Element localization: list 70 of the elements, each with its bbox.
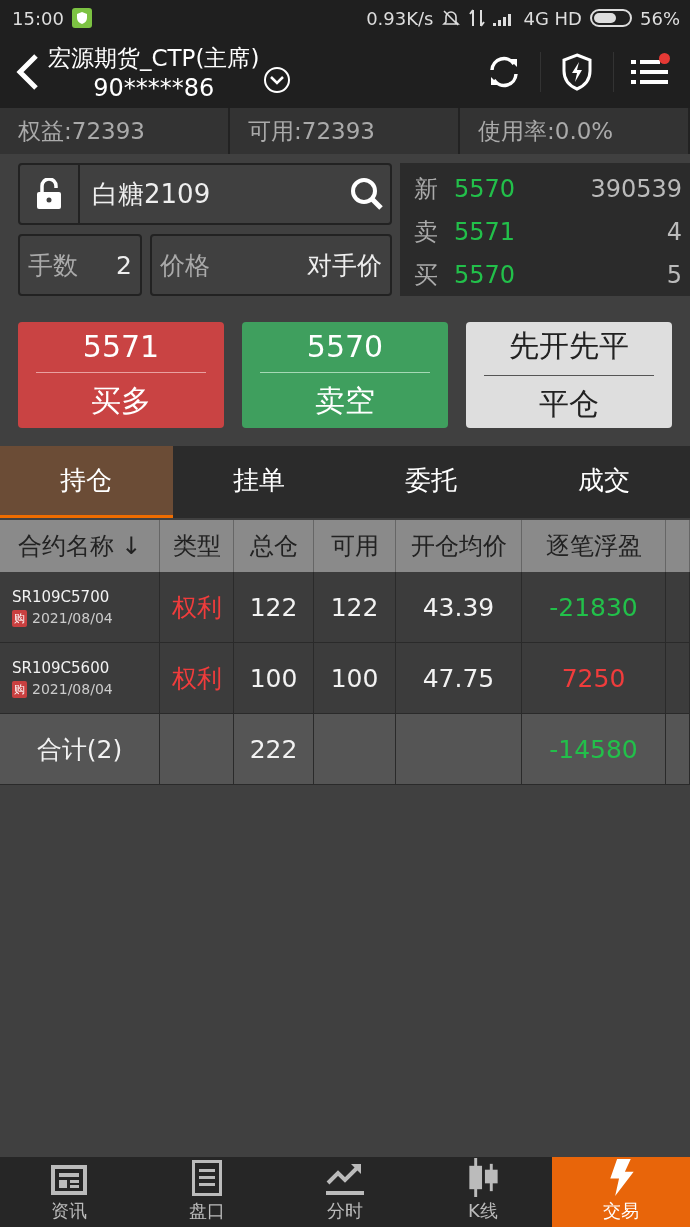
open-date: 2021/08/04 bbox=[32, 610, 113, 626]
search-icon[interactable] bbox=[350, 177, 384, 211]
account-summary: 权益:72393 bbox=[18, 116, 145, 146]
table-cell: 43.39 bbox=[396, 572, 522, 643]
table-cell: 100 bbox=[234, 643, 314, 714]
column-header[interactable]: 开仓均价 bbox=[396, 520, 522, 572]
account-summary: 使用率:0.0% bbox=[478, 116, 614, 146]
table-cell: 权利 bbox=[160, 643, 234, 714]
nav-tab[interactable]: 分时 bbox=[276, 1157, 414, 1227]
table-cell: 222 bbox=[234, 714, 314, 785]
unlocked-padlock-icon[interactable] bbox=[36, 178, 62, 210]
battery-percent: 56% bbox=[640, 7, 680, 29]
back-icon[interactable] bbox=[14, 53, 40, 91]
table-cell: -14580 bbox=[522, 714, 666, 785]
data-arrows-icon bbox=[469, 8, 486, 28]
dropdown-icon[interactable] bbox=[263, 66, 292, 94]
account-number: 90*****86 bbox=[93, 73, 215, 102]
buy-tag: 购 bbox=[12, 680, 27, 698]
clock: 15:00 bbox=[12, 7, 64, 29]
contract-field[interactable]: 白糖2109 bbox=[18, 163, 392, 225]
tab[interactable]: 成交 bbox=[517, 446, 690, 518]
menu-icon[interactable] bbox=[631, 57, 669, 87]
lots-field[interactable]: 手数 2 bbox=[18, 234, 142, 296]
nav-tab[interactable]: 资讯 bbox=[0, 1157, 138, 1227]
price-field[interactable]: 价格 对手价 bbox=[150, 234, 392, 296]
account-summary: 可用:72393 bbox=[248, 116, 375, 146]
quote-price: 5570 bbox=[454, 174, 517, 203]
tab[interactable]: 委托 bbox=[345, 446, 518, 518]
table-cell: 122 bbox=[234, 572, 314, 643]
buy-tag: 购 bbox=[12, 609, 27, 627]
network-speed: 0.93K/s bbox=[366, 7, 434, 29]
table-cell: 权利 bbox=[160, 572, 234, 643]
column-header[interactable]: 总仓 bbox=[234, 520, 314, 572]
contract-code: SR109C5700 bbox=[12, 587, 110, 606]
column-header[interactable]: 可用 bbox=[314, 520, 396, 572]
quote-price: 5570 bbox=[454, 260, 517, 289]
shield-icon bbox=[71, 8, 92, 28]
battery-icon bbox=[590, 9, 632, 27]
tab[interactable]: 挂单 bbox=[172, 446, 345, 518]
newspaper-icon bbox=[49, 1163, 89, 1197]
table-cell: 100 bbox=[314, 643, 396, 714]
network-type: 4G HD bbox=[523, 7, 582, 29]
shield-bolt-icon[interactable] bbox=[561, 53, 593, 91]
buy-button[interactable]: 5571 买多 bbox=[18, 322, 224, 428]
quote-label: 卖 bbox=[414, 216, 439, 248]
table-cell: 122 bbox=[314, 572, 396, 643]
column-header[interactable]: 合约名称 ↓ bbox=[0, 520, 160, 572]
open-date: 2021/08/04 bbox=[32, 681, 113, 697]
quote-label: 买 bbox=[414, 259, 439, 291]
refresh-icon[interactable] bbox=[487, 55, 521, 89]
contract-code: SR109C5600 bbox=[12, 658, 110, 677]
close-button[interactable]: 先开先平 平仓 bbox=[466, 322, 672, 428]
list-icon bbox=[190, 1159, 224, 1197]
broker-title: 宏源期货_CTP(主席) bbox=[48, 43, 260, 73]
table-cell: 7250 bbox=[522, 643, 666, 714]
nav-tab[interactable]: K线 bbox=[414, 1157, 552, 1227]
nav-tab[interactable]: 盘口 bbox=[138, 1157, 276, 1227]
column-header[interactable]: 逐笔浮盈 bbox=[522, 520, 666, 572]
table-cell: 47.75 bbox=[396, 643, 522, 714]
quote-label: 新 bbox=[414, 173, 439, 205]
muted-bell-icon bbox=[441, 8, 462, 28]
table-cell: 合计(2) bbox=[0, 714, 160, 785]
quote-volume: 390539 bbox=[590, 174, 682, 203]
tab[interactable]: 持仓 bbox=[0, 446, 173, 518]
quote-volume: 4 bbox=[666, 217, 682, 246]
quote-volume: 5 bbox=[666, 260, 682, 289]
trend-chart-icon bbox=[325, 1161, 365, 1197]
column-header[interactable]: 类型 bbox=[160, 520, 234, 572]
quote-price: 5571 bbox=[454, 217, 517, 246]
table-cell: -21830 bbox=[522, 572, 666, 643]
